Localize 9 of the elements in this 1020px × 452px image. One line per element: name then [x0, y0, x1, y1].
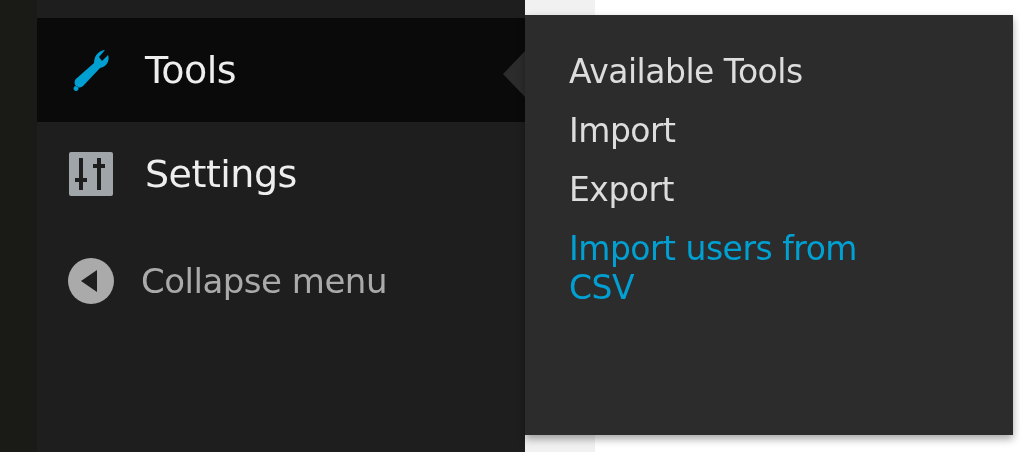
sidebar-item[interactable]: Tools [37, 18, 525, 122]
submenu-item[interactable]: Export [569, 170, 909, 210]
sidebar-item[interactable]: Settings [37, 122, 525, 226]
submenu-item[interactable]: Import [569, 111, 909, 151]
collapse-icon [67, 257, 115, 305]
submenu-item[interactable]: Available Tools [569, 53, 909, 92]
sliders-icon [67, 150, 115, 198]
submenu-item[interactable]: Import users from CSV [569, 229, 909, 308]
collapse-menu-button[interactable]: Collapse menu [37, 234, 525, 328]
